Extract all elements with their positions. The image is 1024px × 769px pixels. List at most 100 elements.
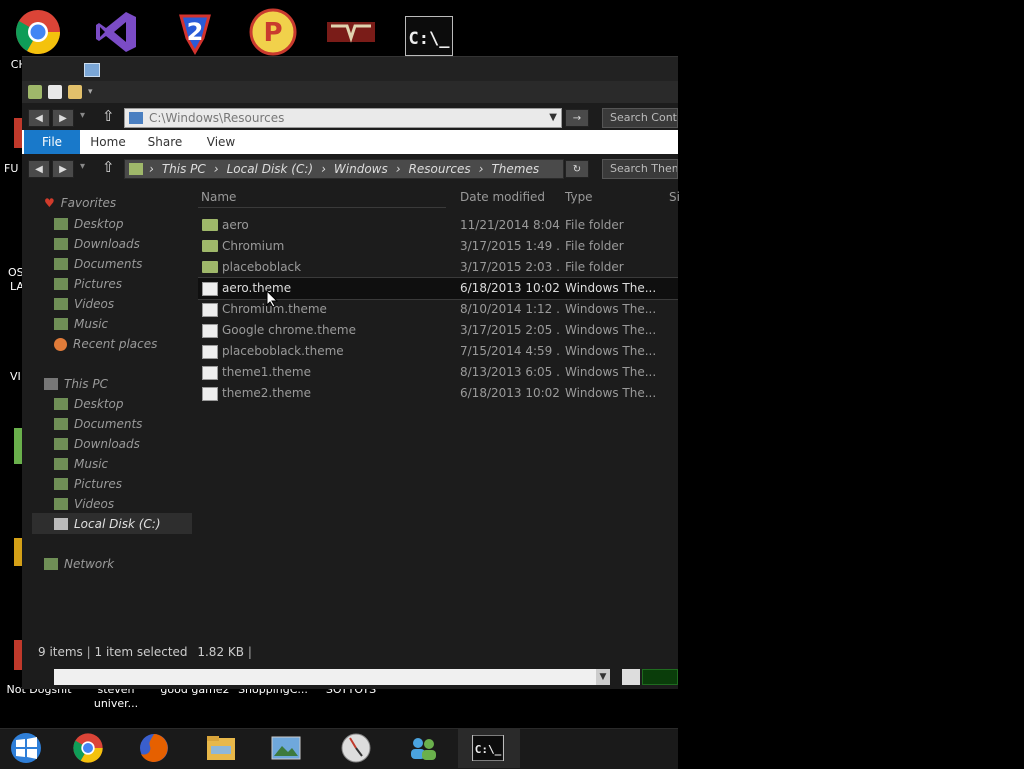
folder-icon[interactable] [28, 85, 42, 99]
view-details-button[interactable] [622, 669, 640, 685]
nav-pc-local-disk[interactable]: Local Disk (C:) [54, 517, 161, 531]
computer-icon [44, 378, 58, 390]
nav-favorites[interactable]: ♥ Favorites [44, 196, 116, 210]
nav-pc-pictures[interactable]: Pictures [54, 477, 122, 491]
list-item[interactable]: aero 11/21/2014 8:04... File folder [198, 215, 678, 236]
tab-view[interactable]: View [196, 130, 246, 154]
list-item[interactable]: placeboblack.theme 7/15/2014 4:59 ... Wi… [198, 341, 678, 362]
chevron-right-icon[interactable]: › [321, 160, 326, 178]
cmd-icon[interactable]: C:\_ [472, 732, 504, 764]
chrome-icon[interactable] [72, 732, 104, 764]
breadcrumb[interactable]: › This PC › Local Disk (C:) › Windows › … [124, 159, 564, 179]
refresh-button[interactable]: ↻ [565, 160, 589, 178]
nav-fav-pictures[interactable]: Pictures [54, 277, 122, 291]
search-input-upper[interactable]: Search Contr [602, 108, 678, 128]
back-button[interactable]: ◀ [28, 160, 50, 178]
tab-home[interactable]: Home [84, 130, 132, 154]
tab-file[interactable]: File [24, 130, 80, 154]
pp-app-icon[interactable]: P [249, 8, 297, 56]
list-item[interactable]: theme2.theme 6/18/2013 10:02... Windows … [198, 383, 678, 404]
nav-label: Network [64, 557, 115, 571]
file-explorer-icon[interactable] [205, 732, 237, 764]
item-count: 9 items [38, 645, 83, 659]
photo-viewer-icon[interactable] [270, 732, 302, 764]
start-icon[interactable] [10, 732, 42, 764]
chevron-right-icon[interactable]: › [396, 160, 401, 178]
breadcrumb-item[interactable]: Local Disk (C:) [227, 160, 314, 178]
nav-fav-music[interactable]: Music [54, 317, 108, 331]
breadcrumb-item[interactable]: Themes [491, 160, 539, 178]
forward-button[interactable]: ▶ [52, 160, 74, 178]
file-name: placeboblack [222, 260, 302, 274]
people-app-icon[interactable] [407, 732, 439, 764]
file-date: 11/21/2014 8:04... [460, 218, 560, 232]
address-bar-upper[interactable]: C:\Windows\Resources ▼ [124, 108, 562, 128]
go-arrow-button[interactable]: → [565, 109, 589, 127]
back-button[interactable]: ◀ [28, 109, 50, 127]
up-arrow-icon[interactable]: ⇧ [102, 107, 115, 125]
nav-pc-downloads[interactable]: Downloads [54, 437, 140, 451]
nav-pc-documents[interactable]: Documents [54, 417, 142, 431]
desktop-icon-partial[interactable] [14, 538, 22, 566]
nav-fav-desktop[interactable]: Desktop [54, 217, 124, 231]
chevron-down-icon[interactable]: ▾ [88, 87, 93, 97]
firefox-icon[interactable] [138, 732, 170, 764]
visual-studio-icon[interactable] [92, 8, 140, 56]
chevron-down-icon[interactable]: ▼ [596, 669, 610, 685]
tab-share[interactable]: Share [140, 130, 190, 154]
breadcrumb-item[interactable]: Windows [334, 160, 388, 178]
column-header-size[interactable]: Si [669, 190, 680, 204]
horizontal-scrollbar[interactable]: ▼ [54, 669, 610, 685]
nav-pc-desktop[interactable]: Desktop [54, 397, 124, 411]
papers-please-icon[interactable] [327, 8, 375, 56]
app-2-icon[interactable]: 2 [171, 8, 219, 56]
nav-pc-music[interactable]: Music [54, 457, 108, 471]
nav-fav-videos[interactable]: Videos [54, 297, 114, 311]
list-item[interactable]: theme1.theme 8/13/2013 6:05 ... Windows … [198, 362, 678, 383]
recent-locations-icon[interactable]: ▾ [80, 110, 85, 121]
title-bar[interactable] [22, 57, 678, 81]
nav-fav-recent[interactable]: Recent places [54, 337, 157, 351]
breadcrumb-item[interactable]: Resources [409, 160, 471, 178]
search-input-lower[interactable]: Search Them [602, 159, 678, 179]
chevron-right-icon[interactable]: › [149, 160, 154, 178]
nav-this-pc[interactable]: This PC [44, 377, 108, 391]
desktop-icon-partial[interactable] [14, 118, 22, 148]
recent-locations-icon[interactable]: ▾ [80, 161, 85, 172]
chevron-right-icon[interactable]: › [479, 160, 484, 178]
column-header-type[interactable]: Type [565, 190, 593, 204]
desktop-icon-partial[interactable] [14, 640, 22, 670]
network-icon [44, 558, 58, 570]
up-arrow-icon[interactable]: ⇧ [102, 158, 115, 176]
chevron-right-icon[interactable]: › [214, 160, 219, 178]
nav-fav-downloads[interactable]: Downloads [54, 237, 140, 251]
desktop-icon-partial[interactable] [14, 428, 22, 464]
chrome-icon[interactable] [14, 8, 62, 56]
view-tiles-button[interactable] [642, 669, 678, 685]
column-header-name[interactable]: Name [201, 190, 236, 204]
nav-label: Pictures [74, 477, 123, 491]
cmd-icon[interactable]: C:\_ [405, 12, 453, 60]
column-header-date[interactable]: Date modified [460, 190, 545, 204]
new-folder-icon[interactable] [68, 85, 82, 99]
clock-app-icon[interactable] [340, 732, 372, 764]
desktop-label-fragment: FU [4, 162, 19, 175]
nav-network[interactable]: Network [44, 557, 114, 571]
theme-file-icon [202, 324, 218, 338]
nav-pc-videos[interactable]: Videos [54, 497, 114, 511]
forward-button[interactable]: ▶ [52, 109, 74, 127]
column-divider[interactable] [198, 207, 446, 208]
recent-places-icon [54, 337, 67, 351]
properties-icon[interactable] [48, 85, 62, 99]
file-type: Windows The... [565, 344, 657, 358]
list-item[interactable]: Chromium 3/17/2015 1:49 ... File folder [198, 236, 678, 257]
theme-file-icon [202, 366, 218, 380]
list-item[interactable]: placeboblack 3/17/2015 2:03 ... File fol… [198, 257, 678, 278]
file-type: File folder [565, 260, 624, 274]
list-item[interactable]: Google chrome.theme 3/17/2015 2:05 ... W… [198, 320, 678, 341]
nav-label: Desktop [74, 217, 124, 231]
chevron-down-icon[interactable]: ▼ [549, 109, 557, 127]
folder-icon [129, 163, 143, 175]
breadcrumb-item[interactable]: This PC [162, 160, 206, 178]
nav-fav-documents[interactable]: Documents [54, 257, 142, 271]
